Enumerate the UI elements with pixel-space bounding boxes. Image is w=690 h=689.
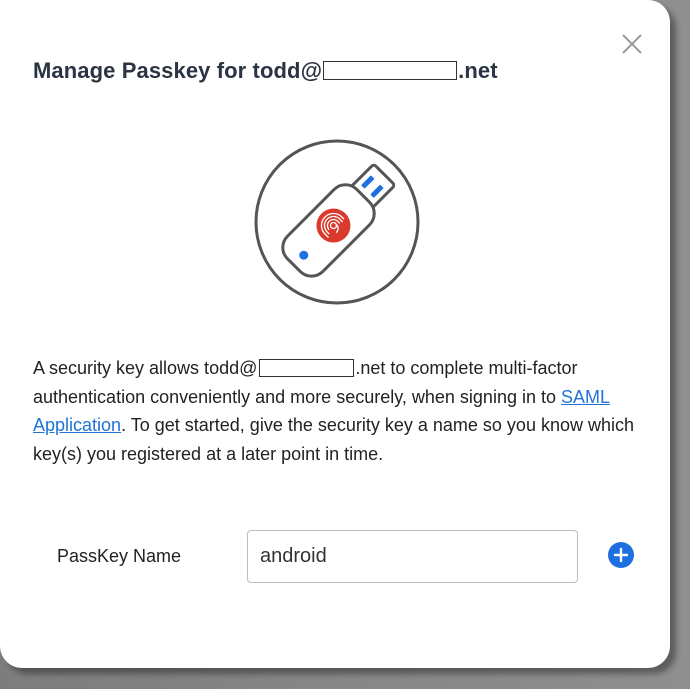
description-part-3: . To get started, give the security key … [33, 415, 634, 464]
description-text: A security key allows todd@ .net to compl… [33, 354, 653, 468]
passkey-name-input[interactable] [247, 530, 578, 583]
description-part-1: A security key allows todd@ [33, 358, 258, 378]
close-button[interactable] [619, 31, 645, 57]
dialog-title: Manage Passkey for todd@ .net [33, 58, 498, 84]
redacted-email-block [259, 359, 355, 377]
passkey-name-label: PassKey Name [57, 546, 182, 566]
plus-circle-icon [613, 547, 629, 563]
add-passkey-button[interactable] [608, 542, 634, 568]
manage-passkey-dialog: Manage Passkey for todd@ .net A security… [0, 0, 670, 668]
usb-security-key-fingerprint-icon [254, 139, 420, 305]
title-suffix: .net [458, 58, 498, 83]
title-prefix: Manage Passkey for todd@ [33, 58, 323, 83]
close-icon [622, 34, 642, 54]
security-key-illustration [254, 139, 420, 305]
redacted-email-block [323, 61, 458, 80]
